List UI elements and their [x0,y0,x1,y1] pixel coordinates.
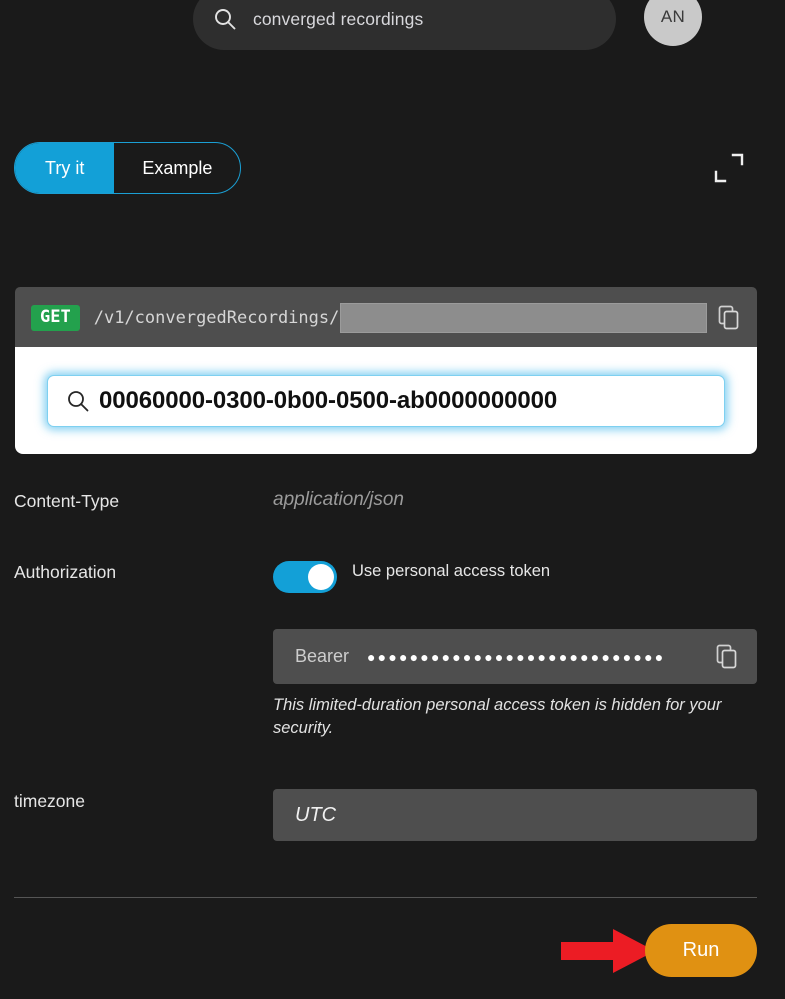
tab-example-label: Example [142,157,213,178]
endpoint-bar: GET /v1/convergedRecordings/ [15,287,757,349]
footer-divider [14,897,757,898]
use-personal-access-token-label: Use personal access token [352,562,551,580]
search-icon [68,391,89,412]
suggestion-overlay: 00060000-0300-0b00-0500-ab0000000000 [15,347,757,454]
use-personal-access-token-toggle[interactable] [273,561,337,593]
http-method-badge: GET [31,305,80,331]
suggestion-value: 00060000-0300-0b00-0500-ab0000000000 [99,387,558,414]
run-button-label: Run [682,939,720,961]
token-security-note: This limited-duration personal access to… [273,696,722,737]
authorization-label: Authorization [14,562,117,582]
search-icon [215,9,236,30]
expand-icon[interactable] [713,152,745,184]
timezone-value: UTC [295,803,337,826]
tab-try-it[interactable]: Try it [15,143,115,193]
content-type-label: Content-Type [14,491,120,511]
copy-icon[interactable] [717,304,741,332]
global-search-input[interactable]: converged recordings [193,0,616,50]
global-search-value: converged recordings [253,8,424,29]
suggestion-search-input[interactable]: 00060000-0300-0b00-0500-ab0000000000 [47,375,725,427]
row-content-type: Content-Type application/json [14,489,759,512]
bearer-token-field[interactable]: Bearer ●●●●●●●●●●●●●●●●●●●●●●●●●●●● [273,629,757,684]
avatar[interactable]: AN [644,0,702,46]
row-timezone: timezone UTC [14,789,759,841]
timezone-input[interactable]: UTC [273,789,757,841]
avatar-initials: AN [660,7,686,26]
bearer-token-masked-value: ●●●●●●●●●●●●●●●●●●●●●●●●●●●● [367,648,666,665]
top-bar: converged recordings AN [0,0,785,62]
row-authorization: Authorization Use personal access token [14,560,759,593]
red-arrow-icon [561,929,655,973]
endpoint-path: /v1/convergedRecordings/ [93,308,340,328]
mode-tabs: Try it Example [14,142,242,194]
content-type-value[interactable]: application/json [273,489,404,510]
timezone-label: timezone [14,791,86,811]
try-it-panel: converged recordings AN Try it Example G… [0,0,785,999]
run-button[interactable]: Run [645,924,757,977]
bearer-label: Bearer [295,646,350,666]
copy-icon[interactable] [715,643,739,671]
path-parameter-input[interactable] [340,303,707,333]
tab-example[interactable]: Example [114,143,240,193]
toggle-knob [308,564,334,590]
tab-try-it-label: Try it [45,157,85,178]
